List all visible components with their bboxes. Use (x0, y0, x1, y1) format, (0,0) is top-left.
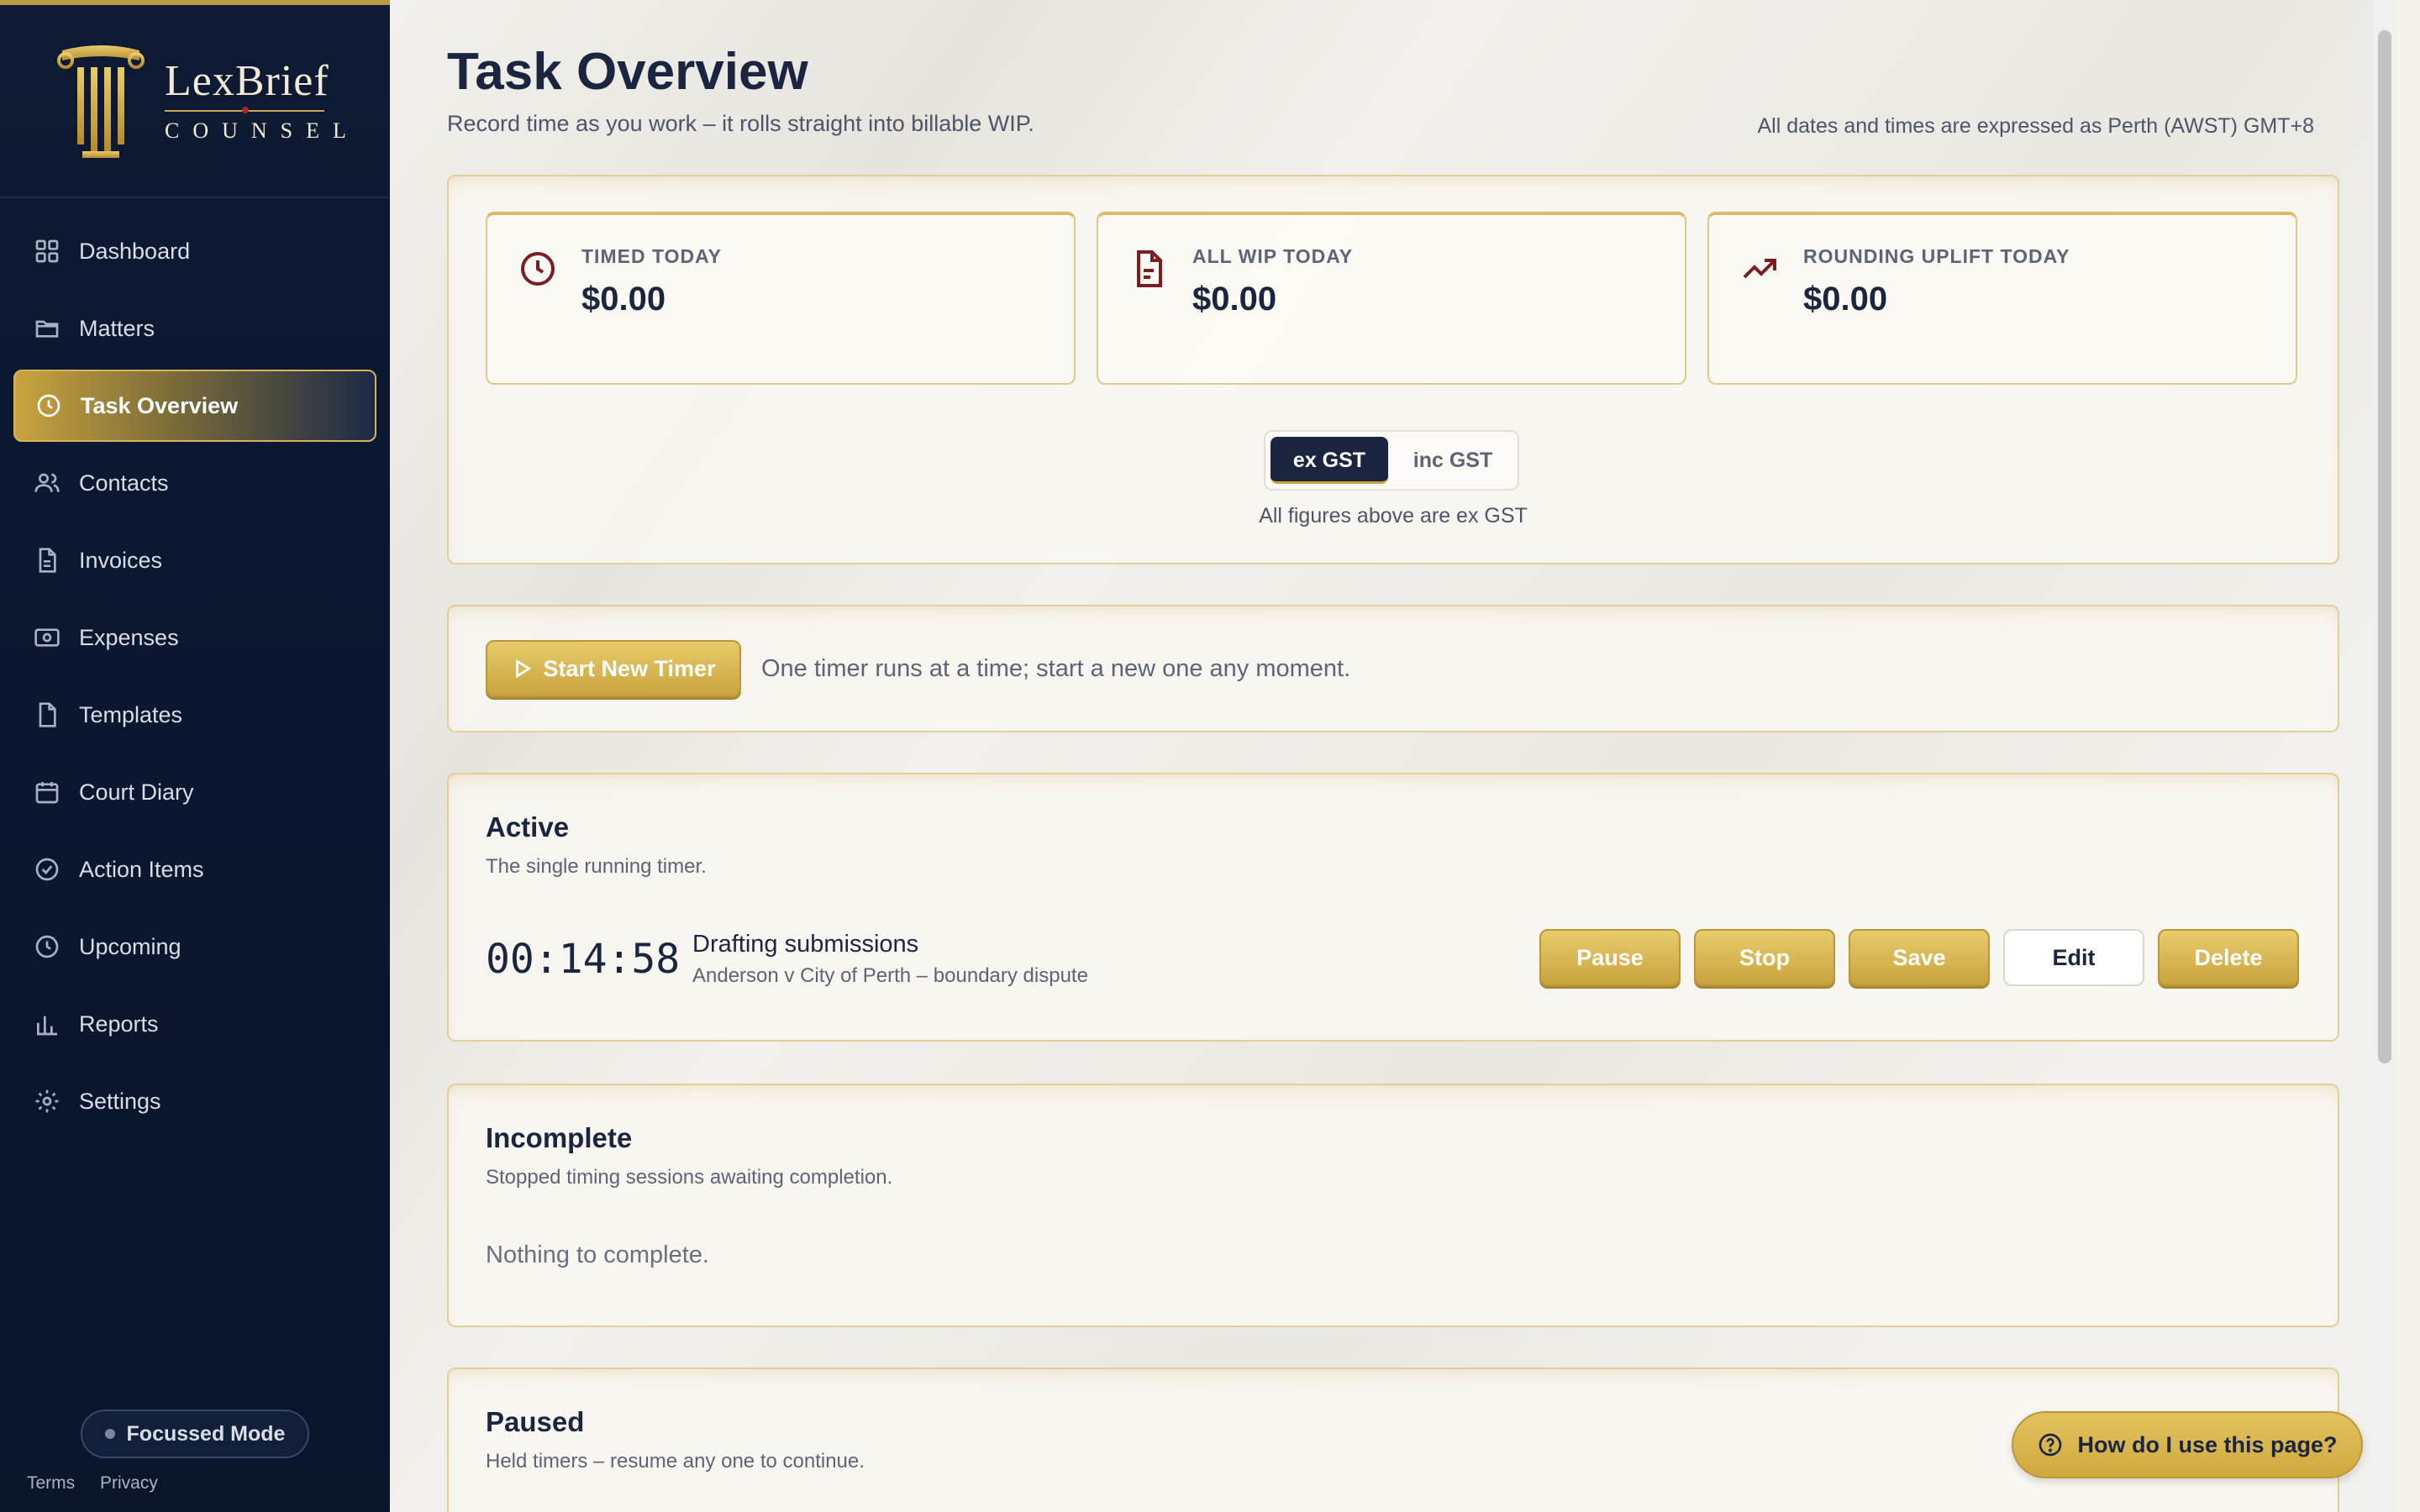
pillar-logo-icon (57, 45, 145, 158)
sidebar-item-reports[interactable]: Reports (13, 988, 376, 1060)
timezone-note: All dates and times are expressed as Per… (1757, 114, 2314, 138)
stat-value: $0.00 (581, 281, 666, 318)
sidebar-item-action-items[interactable]: Action Items (13, 833, 376, 906)
sidebar-item-invoices[interactable]: Invoices (13, 524, 376, 596)
page-subtitle: Record time as you work – it rolls strai… (447, 111, 1034, 136)
sidebar: LexBrief COUNSEL Dashboard Matters Task … (0, 0, 390, 1512)
file-text-icon (1128, 249, 1169, 289)
edit-button[interactable]: Edit (2003, 929, 2144, 986)
task-title: Drafting submissions (692, 931, 919, 958)
help-button[interactable]: How do I use this page? (2012, 1411, 2363, 1478)
stat-card-rounding-uplift-today: ROUNDING UPLIFT TODAY $0.00 (1707, 212, 2297, 385)
clock-icon (518, 249, 558, 289)
help-label: How do I use this page? (2077, 1431, 2338, 1457)
document-icon (34, 701, 60, 728)
folder-icon (34, 315, 60, 342)
terms-link[interactable]: Terms (27, 1473, 75, 1493)
section-title: Active (486, 811, 570, 843)
check-circle-icon (34, 856, 60, 883)
users-icon (34, 470, 60, 496)
timer-hint: One timer runs at a time; start a new on… (761, 655, 1351, 682)
sidebar-item-label: Expenses (79, 624, 179, 650)
focused-mode-label: Focussed Mode (126, 1421, 286, 1446)
sidebar-item-label: Contacts (79, 470, 169, 496)
gst-note: All figures above are ex GST (1259, 504, 1528, 528)
sidebar-item-label: Reports (79, 1011, 159, 1037)
trending-up-icon (1739, 249, 1780, 289)
sidebar-item-label: Upcoming (79, 933, 182, 959)
stat-value: $0.00 (1803, 281, 1888, 318)
pause-button[interactable]: Pause (1539, 929, 1681, 986)
privacy-link[interactable]: Privacy (100, 1473, 158, 1493)
start-new-timer-label: Start New Timer (543, 655, 716, 681)
stat-label: TIMED TODAY (581, 245, 722, 267)
section-subtitle: Stopped timing sessions awaiting complet… (486, 1166, 893, 1189)
stat-card-timed-today: TIMED TODAY $0.00 (486, 212, 1076, 385)
delete-button[interactable]: Delete (2158, 929, 2299, 986)
brand-divider (165, 107, 324, 113)
sidebar-item-upcoming[interactable]: Upcoming (13, 911, 376, 983)
scrollbar[interactable] (2373, 0, 2396, 1512)
incomplete-section: Incomplete Stopped timing sessions await… (447, 1084, 2339, 1327)
empty-state-message: Nothing to complete. (486, 1242, 709, 1268)
sidebar-item-label: Court Diary (79, 779, 194, 805)
stop-button[interactable]: Stop (1694, 929, 1835, 986)
timer-clock: 00:14:58 (486, 936, 681, 983)
brand-subtitle: COUNSEL (165, 118, 360, 143)
calendar-icon (34, 779, 60, 806)
gst-option-ex[interactable]: ex GST (1270, 437, 1388, 484)
stat-label: ROUNDING UPLIFT TODAY (1803, 245, 2070, 267)
stats-panel: TIMED TODAY $0.00 ALL WIP TODAY $0.00 RO… (447, 175, 2339, 564)
brand-logo[interactable]: LexBrief COUNSEL (0, 5, 390, 198)
file-icon (34, 547, 60, 574)
sidebar-item-label: Templates (79, 701, 183, 727)
play-icon (516, 659, 532, 679)
sidebar-item-label: Dashboard (79, 238, 191, 264)
sidebar-item-expenses[interactable]: Expenses (13, 601, 376, 674)
clock-icon (34, 933, 60, 960)
brand-name: LexBrief (165, 57, 329, 105)
start-timer-panel: Start New Timer One timer runs at a time… (447, 605, 2339, 732)
bar-chart-icon (34, 1011, 60, 1037)
main-content: Task Overview Record time as you work – … (390, 0, 2396, 1512)
sidebar-item-matters[interactable]: Matters (13, 292, 376, 365)
sidebar-item-task-overview[interactable]: Task Overview (13, 370, 376, 442)
sidebar-item-label: Task Overview (81, 392, 239, 418)
help-circle-icon (2039, 1433, 2062, 1457)
clock-icon (35, 392, 62, 419)
gst-option-inc[interactable]: inc GST (1393, 437, 1512, 484)
sidebar-item-contacts[interactable]: Contacts (13, 447, 376, 519)
sidebar-item-label: Invoices (79, 547, 163, 573)
gst-toggle: ex GST inc GST (1264, 430, 1519, 491)
grid-icon (34, 238, 60, 265)
sidebar-nav: Dashboard Matters Task Overview Contacts… (0, 215, 390, 1137)
stat-card-all-wip-today: ALL WIP TODAY $0.00 (1097, 212, 1686, 385)
status-dot-icon (104, 1429, 115, 1439)
sidebar-item-label: Action Items (79, 856, 204, 882)
section-subtitle: Held timers – resume any one to continue… (486, 1450, 865, 1473)
sidebar-item-label: Settings (79, 1088, 161, 1114)
sidebar-item-settings[interactable]: Settings (13, 1065, 376, 1137)
sidebar-item-court-diary[interactable]: Court Diary (13, 756, 376, 828)
sidebar-item-templates[interactable]: Templates (13, 679, 376, 751)
section-subtitle: The single running timer. (486, 855, 707, 878)
save-button[interactable]: Save (1849, 929, 1990, 986)
start-new-timer-button[interactable]: Start New Timer (486, 640, 741, 697)
task-matter: Anderson v City of Perth – boundary disp… (692, 964, 1088, 987)
focused-mode-button[interactable]: Focussed Mode (81, 1410, 309, 1458)
stat-value: $0.00 (1192, 281, 1277, 318)
sidebar-item-dashboard[interactable]: Dashboard (13, 215, 376, 287)
active-section: Active The single running timer. 00:14:5… (447, 773, 2339, 1042)
section-title: Paused (486, 1406, 585, 1437)
gear-icon (34, 1088, 60, 1115)
banknote-icon (34, 624, 60, 651)
sidebar-item-label: Matters (79, 315, 155, 341)
legal-links: Terms Privacy (27, 1473, 178, 1494)
page-title: Task Overview (447, 43, 808, 101)
section-title: Incomplete (486, 1122, 633, 1153)
stat-label: ALL WIP TODAY (1192, 245, 1354, 267)
scrollbar-thumb[interactable] (2378, 30, 2391, 1063)
